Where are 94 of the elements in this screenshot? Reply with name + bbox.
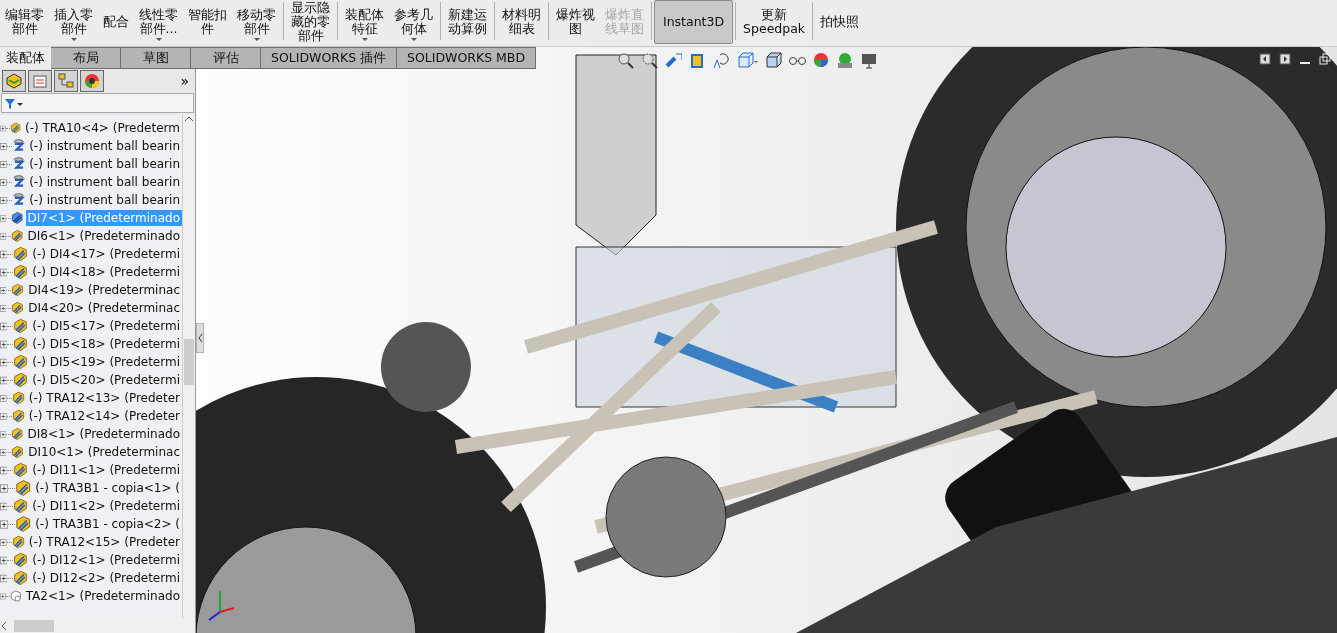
part-icon: [13, 263, 29, 281]
tree-item[interactable]: (-) TRA12<14> (Predeter: [26, 408, 182, 424]
tree-item[interactable]: (-) DI5<18> (Predetermi: [30, 336, 182, 352]
tree-item[interactable]: DI4<20> (Predeterminac: [26, 300, 182, 316]
tree-item[interactable]: (-) TRA3B1 - copia<1> (: [33, 480, 182, 496]
tree-item[interactable]: (-) DI4<17> (Predetermi: [30, 246, 182, 262]
toolbar-button[interactable]: Instant3D: [654, 0, 734, 44]
more-tabs-button[interactable]: »: [176, 73, 193, 89]
toolbar-button[interactable]: 新建运 动算例: [443, 0, 492, 44]
tree-item[interactable]: (-) DI12<2> (Predetermi: [30, 570, 182, 586]
property-tab-icon[interactable]: [31, 72, 49, 90]
part-icon: [11, 407, 25, 425]
tree-item[interactable]: TA2<1> (Predeterminado: [23, 588, 182, 604]
tree-item[interactable]: DI6<1> (Predeterminado: [25, 228, 182, 244]
tree-item[interactable]: (-) DI5<20> (Predetermi: [30, 372, 182, 388]
tree-item[interactable]: (-) TRA12<15> (Predeter: [26, 534, 182, 550]
part-icon: [13, 335, 29, 353]
tree-item[interactable]: (-) instrument ball bearin: [27, 174, 182, 190]
part-icon: [13, 353, 29, 371]
tree-item[interactable]: (-) DI4<18> (Predetermi: [30, 264, 182, 280]
command-tab[interactable]: SOLIDWORKS 插件: [261, 47, 398, 69]
tree-item[interactable]: DI10<1> (Predeterminac: [26, 444, 182, 460]
scene-icon[interactable]: [836, 51, 854, 69]
filter-icon[interactable]: [4, 96, 24, 110]
zoom-area-icon[interactable]: [640, 51, 658, 69]
part-icon: [9, 119, 21, 137]
part-icon: [11, 227, 24, 245]
tree-item[interactable]: (-) DI12<1> (Predetermi: [30, 552, 182, 568]
zoom-to-fit-icon[interactable]: [616, 51, 634, 69]
command-tab[interactable]: SOLIDWORKS MBD: [397, 47, 537, 69]
view-settings-icon[interactable]: [860, 51, 878, 69]
part-icon: [11, 533, 25, 551]
tree-item[interactable]: (-) TRA10<4> (Predeterm: [23, 120, 182, 136]
toolbar-button[interactable]: 更新 Speedpak: [738, 0, 811, 44]
part-icon: [11, 425, 24, 443]
part-icon: [13, 551, 29, 569]
display-style-icon[interactable]: [764, 51, 782, 69]
tree-item[interactable]: (-) DI11<1> (Predetermi: [30, 462, 182, 478]
part-icon: [13, 317, 29, 335]
part-icon: [10, 587, 22, 605]
part-icon: [13, 371, 29, 389]
toolbar-button[interactable]: 线性零 部件...: [134, 0, 183, 44]
toolbar-button[interactable]: 编辑零 部件: [0, 0, 49, 44]
toolbar-button[interactable]: 装配体 特征: [340, 0, 389, 44]
toolbar-button[interactable]: 爆炸视 图: [551, 0, 600, 44]
axis-triad-icon: [206, 588, 236, 622]
feature-tree-tab-icon[interactable]: [5, 72, 23, 90]
tree-item[interactable]: (-) instrument ball bearin: [27, 138, 182, 154]
scrollbar-thumb[interactable]: [184, 339, 194, 385]
command-tab[interactable]: 装配体: [0, 47, 51, 69]
command-tab[interactable]: 草图: [121, 47, 191, 69]
configuration-tab-icon[interactable]: [57, 72, 75, 90]
part-icon: [13, 497, 29, 515]
annotation-icon[interactable]: [712, 51, 730, 69]
previous-pane-icon[interactable]: [1259, 53, 1271, 65]
toolbar-button[interactable]: 显示隐 藏的零 部件: [286, 0, 335, 44]
tree-item[interactable]: (-) TRA12<13> (Predeter: [26, 390, 182, 406]
tree-item[interactable]: (-) DI5<17> (Predetermi: [30, 318, 182, 334]
tree-item[interactable]: (-) DI5<19> (Predetermi: [30, 354, 182, 370]
tree-item[interactable]: DI4<19> (Predeterminac: [26, 282, 182, 298]
tree-item[interactable]: (-) instrument ball bearin: [27, 156, 182, 172]
part-icon: [11, 281, 25, 299]
command-tab[interactable]: 布局: [51, 47, 121, 69]
part-icon: [11, 209, 24, 227]
toolbar-button[interactable]: 智能扣 件: [183, 0, 232, 44]
toolbar-button[interactable]: 插入零 部件: [49, 0, 98, 44]
section-view-icon[interactable]: [688, 51, 706, 69]
part-icon: [11, 389, 25, 407]
command-tab[interactable]: 评估: [191, 47, 261, 69]
part-icon: [13, 245, 29, 263]
previous-view-icon[interactable]: [664, 51, 682, 69]
restore-icon[interactable]: [1319, 53, 1331, 65]
part-icon: [13, 569, 29, 587]
tree-item[interactable]: DI8<1> (Predeterminado: [25, 426, 182, 442]
part-icon: [14, 515, 32, 533]
toolbar-button[interactable]: 移动零 部件: [232, 0, 281, 44]
tree-item[interactable]: (-) TRA3B1 - copia<2> (: [33, 516, 182, 532]
tree-item[interactable]: (-) DI11<2> (Predetermi: [30, 498, 182, 514]
part-icon: [11, 443, 25, 461]
toolbar-button[interactable]: 配合: [98, 0, 134, 44]
scrollbar-thumb[interactable]: [14, 620, 54, 632]
scroll-up-icon: [184, 115, 194, 123]
appearance-icon[interactable]: [812, 51, 830, 69]
toolbar-button[interactable]: 参考几 何体: [389, 0, 438, 44]
tree-item[interactable]: (-) instrument ball bearin: [27, 192, 182, 208]
appearance-tab-icon[interactable]: [83, 72, 101, 90]
toolbar-button[interactable]: 拍快照: [815, 0, 865, 44]
part-icon: [13, 461, 29, 479]
next-pane-icon[interactable]: [1279, 53, 1291, 65]
toolbar-button[interactable]: 材料明 细表: [497, 0, 546, 44]
view-orientation-icon[interactable]: [736, 51, 758, 69]
part-icon: [14, 479, 32, 497]
panel-collapse-icon[interactable]: [196, 323, 204, 353]
part-icon: [11, 299, 25, 317]
